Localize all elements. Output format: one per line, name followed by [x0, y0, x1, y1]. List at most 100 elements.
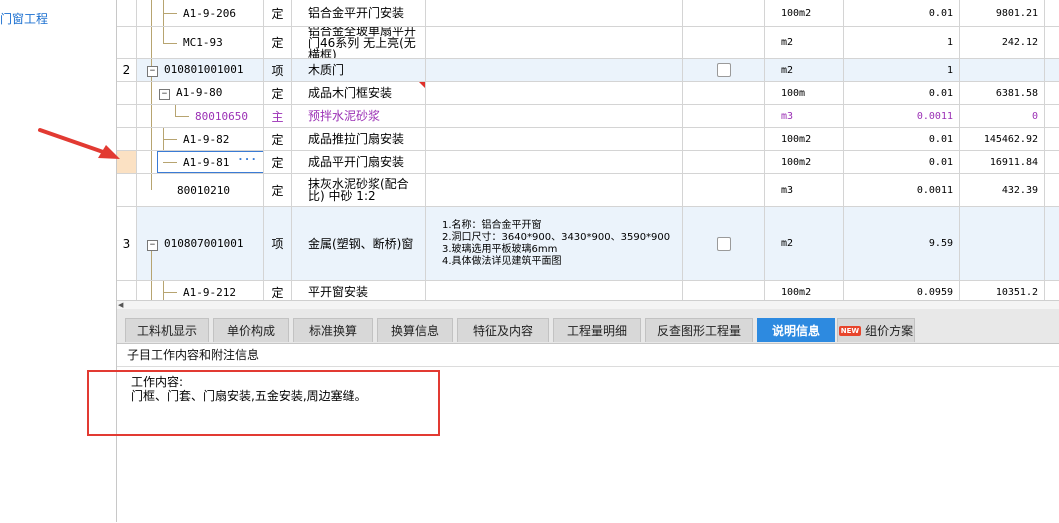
tree-line — [151, 151, 152, 173]
collapse-icon[interactable]: − — [147, 66, 158, 77]
horizontal-scrollbar[interactable]: ◀ — [117, 300, 1059, 309]
row-checkbox[interactable] — [716, 63, 731, 77]
code-cell[interactable]: 80010210 — [137, 174, 264, 206]
name-cell[interactable]: 木质门 — [292, 59, 426, 81]
table-row[interactable]: 3 −010807001001 项 金属(塑钢、断桥)窗 1.名称：铝合金平开窗… — [117, 207, 1059, 281]
tree-line — [151, 0, 152, 26]
name-cell[interactable]: 平开窗安装 — [292, 281, 426, 300]
unit-cell[interactable]: m2 — [765, 59, 844, 81]
tab-conversion-info[interactable]: 换算信息 — [377, 318, 453, 342]
table-row[interactable]: MC1-93 定 铝合金全玻单扇平开门46系列 无上亮(无横框) m2 1 24… — [117, 27, 1059, 59]
feature-cell[interactable] — [426, 281, 683, 300]
feature-cell[interactable] — [426, 59, 683, 81]
code-cell[interactable]: −010807001001 — [137, 207, 264, 280]
unit-cell[interactable]: m2 — [765, 27, 844, 58]
feature-cell[interactable] — [426, 0, 683, 26]
feature-cell[interactable] — [426, 151, 683, 173]
name-text: 成品木门框安装 — [308, 86, 393, 100]
collapse-icon[interactable]: − — [159, 89, 170, 100]
code-cell[interactable]: A1-9-206 — [137, 0, 264, 26]
code-cell[interactable]: −010801001001 — [137, 59, 264, 81]
name-cell[interactable]: 预拌水泥砂浆 — [292, 105, 426, 127]
check-cell — [683, 128, 765, 150]
feature-cell[interactable] — [426, 174, 683, 206]
more-options-button[interactable]: ··· — [237, 153, 257, 166]
check-cell[interactable] — [683, 59, 765, 81]
unit-cell[interactable]: 100m2 — [765, 281, 844, 300]
code-text: MC1-93 — [183, 36, 223, 49]
check-cell — [683, 174, 765, 206]
type-cell: 定 — [264, 27, 292, 58]
unit-cell[interactable]: 100m2 — [765, 151, 844, 173]
qty-cell[interactable]: 9.59 — [844, 207, 960, 280]
code-cell[interactable]: A1-9-81 ··· — [137, 151, 264, 173]
qty-cell[interactable]: 1 — [844, 59, 960, 81]
extra-cell — [1045, 105, 1059, 127]
nav-link-door-window[interactable]: 门窗工程 — [0, 10, 48, 27]
feature-cell[interactable] — [426, 128, 683, 150]
extra-cell — [1045, 0, 1059, 26]
feature-cell[interactable] — [426, 27, 683, 58]
unit-cell[interactable]: m2 — [765, 207, 844, 280]
tab-label: 组价方案 — [865, 324, 914, 338]
code-cell[interactable]: A1-9-82 — [137, 128, 264, 150]
qty-cell[interactable]: 0.0959 — [844, 281, 960, 300]
code-cell[interactable]: A1-9-212 — [137, 281, 264, 300]
name-cell[interactable]: 铝合金平开门安装 — [292, 0, 426, 26]
code-cell[interactable]: − A1-9-80 — [137, 82, 264, 104]
name-cell[interactable]: 成品平开门扇安装 — [292, 151, 426, 173]
check-cell[interactable] — [683, 207, 765, 280]
feature-cell[interactable] — [426, 105, 683, 127]
qty-cell[interactable]: 0.01 — [844, 128, 960, 150]
table-row[interactable]: 80010210 定 抹灰水泥砂浆(配合比) 中砂 1:2 m3 0.0011 … — [117, 174, 1059, 207]
qty-cell[interactable]: 0.0011 — [844, 174, 960, 206]
tab-unit-price[interactable]: 单价构成 — [213, 318, 289, 342]
tab-labor-material[interactable]: 工料机显示 — [125, 318, 209, 342]
unit-cell[interactable]: 100m2 — [765, 0, 844, 26]
tab-standard-conversion[interactable]: 标准换算 — [293, 318, 373, 342]
red-arrow-icon — [38, 128, 120, 159]
code-text: A1-9-80 — [176, 86, 223, 99]
unit-cell[interactable]: 100m2 — [765, 128, 844, 150]
table-row[interactable]: − A1-9-80 定 成品木门框安装 100m 0.01 6381.58 — [117, 82, 1059, 105]
qty-cell[interactable]: 1 — [844, 27, 960, 58]
code-cell[interactable]: 80010650 — [137, 105, 264, 127]
table-row-current[interactable]: A1-9-81 ··· 定 成品平开门扇安装 100m2 0.01 16911.… — [117, 151, 1059, 174]
tab-reverse-lookup[interactable]: 反查图形工程量 — [645, 318, 753, 342]
tab-quantity-detail[interactable]: 工程量明细 — [553, 318, 641, 342]
tab-features[interactable]: 特征及内容 — [457, 318, 549, 342]
qty-cell[interactable]: 0.01 — [844, 0, 960, 26]
extra-cell — [1045, 151, 1059, 173]
name-cell[interactable]: 金属(塑钢、断桥)窗 — [292, 207, 426, 280]
feature-cell[interactable]: 1.名称：铝合金平开窗 2.洞口尺寸：3640*900、3430*900、359… — [426, 207, 683, 280]
qty-cell[interactable]: 0.01 — [844, 151, 960, 173]
code-cell[interactable]: MC1-93 — [137, 27, 264, 58]
feature-cell[interactable] — [426, 82, 683, 104]
unit-cell[interactable]: m3 — [765, 174, 844, 206]
collapse-icon[interactable]: − — [147, 239, 158, 251]
table-row[interactable]: 80010650 主 预拌水泥砂浆 m3 0.0011 0 — [117, 105, 1059, 128]
name-cell[interactable]: 抹灰水泥砂浆(配合比) 中砂 1:2 — [292, 174, 426, 206]
check-cell — [683, 105, 765, 127]
extra-cell — [1045, 174, 1059, 206]
price-cell: 10351.2 — [960, 281, 1045, 300]
name-cell[interactable]: 铝合金全玻单扇平开门46系列 无上亮(无横框) — [292, 27, 426, 58]
qty-cell[interactable]: 0.01 — [844, 82, 960, 104]
unit-cell[interactable]: 100m — [765, 82, 844, 104]
tab-description[interactable]: 说明信息 — [757, 318, 835, 342]
name-cell[interactable]: 成品推拉门扇安装 — [292, 128, 426, 150]
table-row[interactable]: A1-9-212 定 平开窗安装 100m2 0.0959 10351.2 — [117, 281, 1059, 300]
row-index — [117, 105, 137, 127]
name-cell[interactable]: 成品木门框安装 — [292, 82, 426, 104]
table-row[interactable]: 2 −010801001001 项 木质门 m2 1 — [117, 59, 1059, 82]
scroll-left-icon[interactable]: ◀ — [118, 301, 123, 309]
table-row[interactable]: A1-9-206 定 铝合金平开门安装 100m2 0.01 9801.21 — [117, 0, 1059, 27]
unit-cell[interactable]: m3 — [765, 105, 844, 127]
check-cell — [683, 151, 765, 173]
annotation-highlight-box — [87, 370, 440, 436]
tab-pricing-scheme[interactable]: NEW 组价方案 — [837, 318, 915, 342]
qty-cell[interactable]: 0.0011 — [844, 105, 960, 127]
row-checkbox[interactable] — [716, 236, 731, 251]
extra-cell — [1045, 128, 1059, 150]
table-row[interactable]: A1-9-82 定 成品推拉门扇安装 100m2 0.01 145462.92 — [117, 128, 1059, 151]
